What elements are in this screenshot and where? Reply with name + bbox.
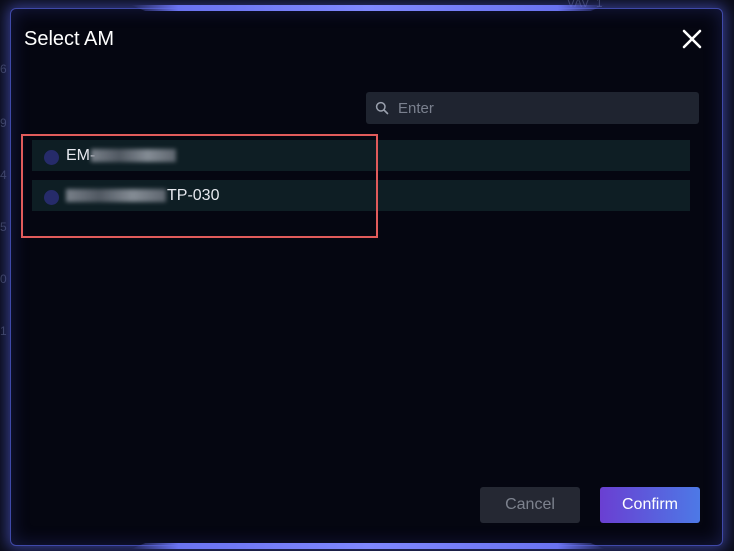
search-box[interactable]: [366, 92, 699, 124]
background-digit: 0: [0, 272, 7, 286]
background-digit: 1: [0, 324, 7, 338]
search-input[interactable]: [398, 92, 688, 124]
background-digit: 5: [0, 220, 7, 234]
search-icon: [375, 101, 389, 115]
cancel-button[interactable]: Cancel: [480, 487, 580, 523]
dialog-top-accent: [131, 5, 605, 11]
close-button[interactable]: [680, 27, 704, 51]
background-digit: 6: [0, 62, 7, 76]
close-icon: [682, 29, 702, 49]
dialog-bottom-accent: [131, 543, 605, 549]
confirm-button[interactable]: Confirm: [600, 487, 700, 523]
select-am-dialog: Select AM EM- TP-030 Cancel Confirm: [10, 5, 723, 549]
background-digit: 4: [0, 168, 7, 182]
dialog-title: Select AM: [24, 28, 115, 50]
background-digit: 9: [0, 116, 7, 130]
selection-highlight-box: [21, 134, 378, 238]
